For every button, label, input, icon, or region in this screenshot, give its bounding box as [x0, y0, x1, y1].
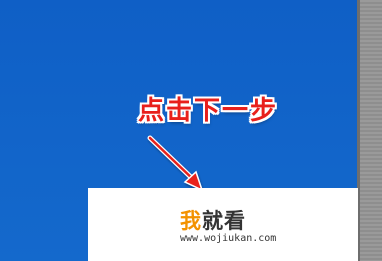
watermark-logo-rest: 就看: [202, 209, 246, 233]
watermark-box: 我就看 www.wojiukan.com: [88, 188, 358, 261]
annotation-click-next: 点击下一步: [138, 96, 279, 126]
watermark-logo-accent: 我: [180, 209, 202, 233]
watermark-logo: 我就看: [180, 205, 246, 235]
scrollbar[interactable]: [357, 0, 382, 261]
watermark-url: www.wojiukan.com: [180, 233, 277, 244]
scrollbar-track[interactable]: [360, 0, 382, 261]
